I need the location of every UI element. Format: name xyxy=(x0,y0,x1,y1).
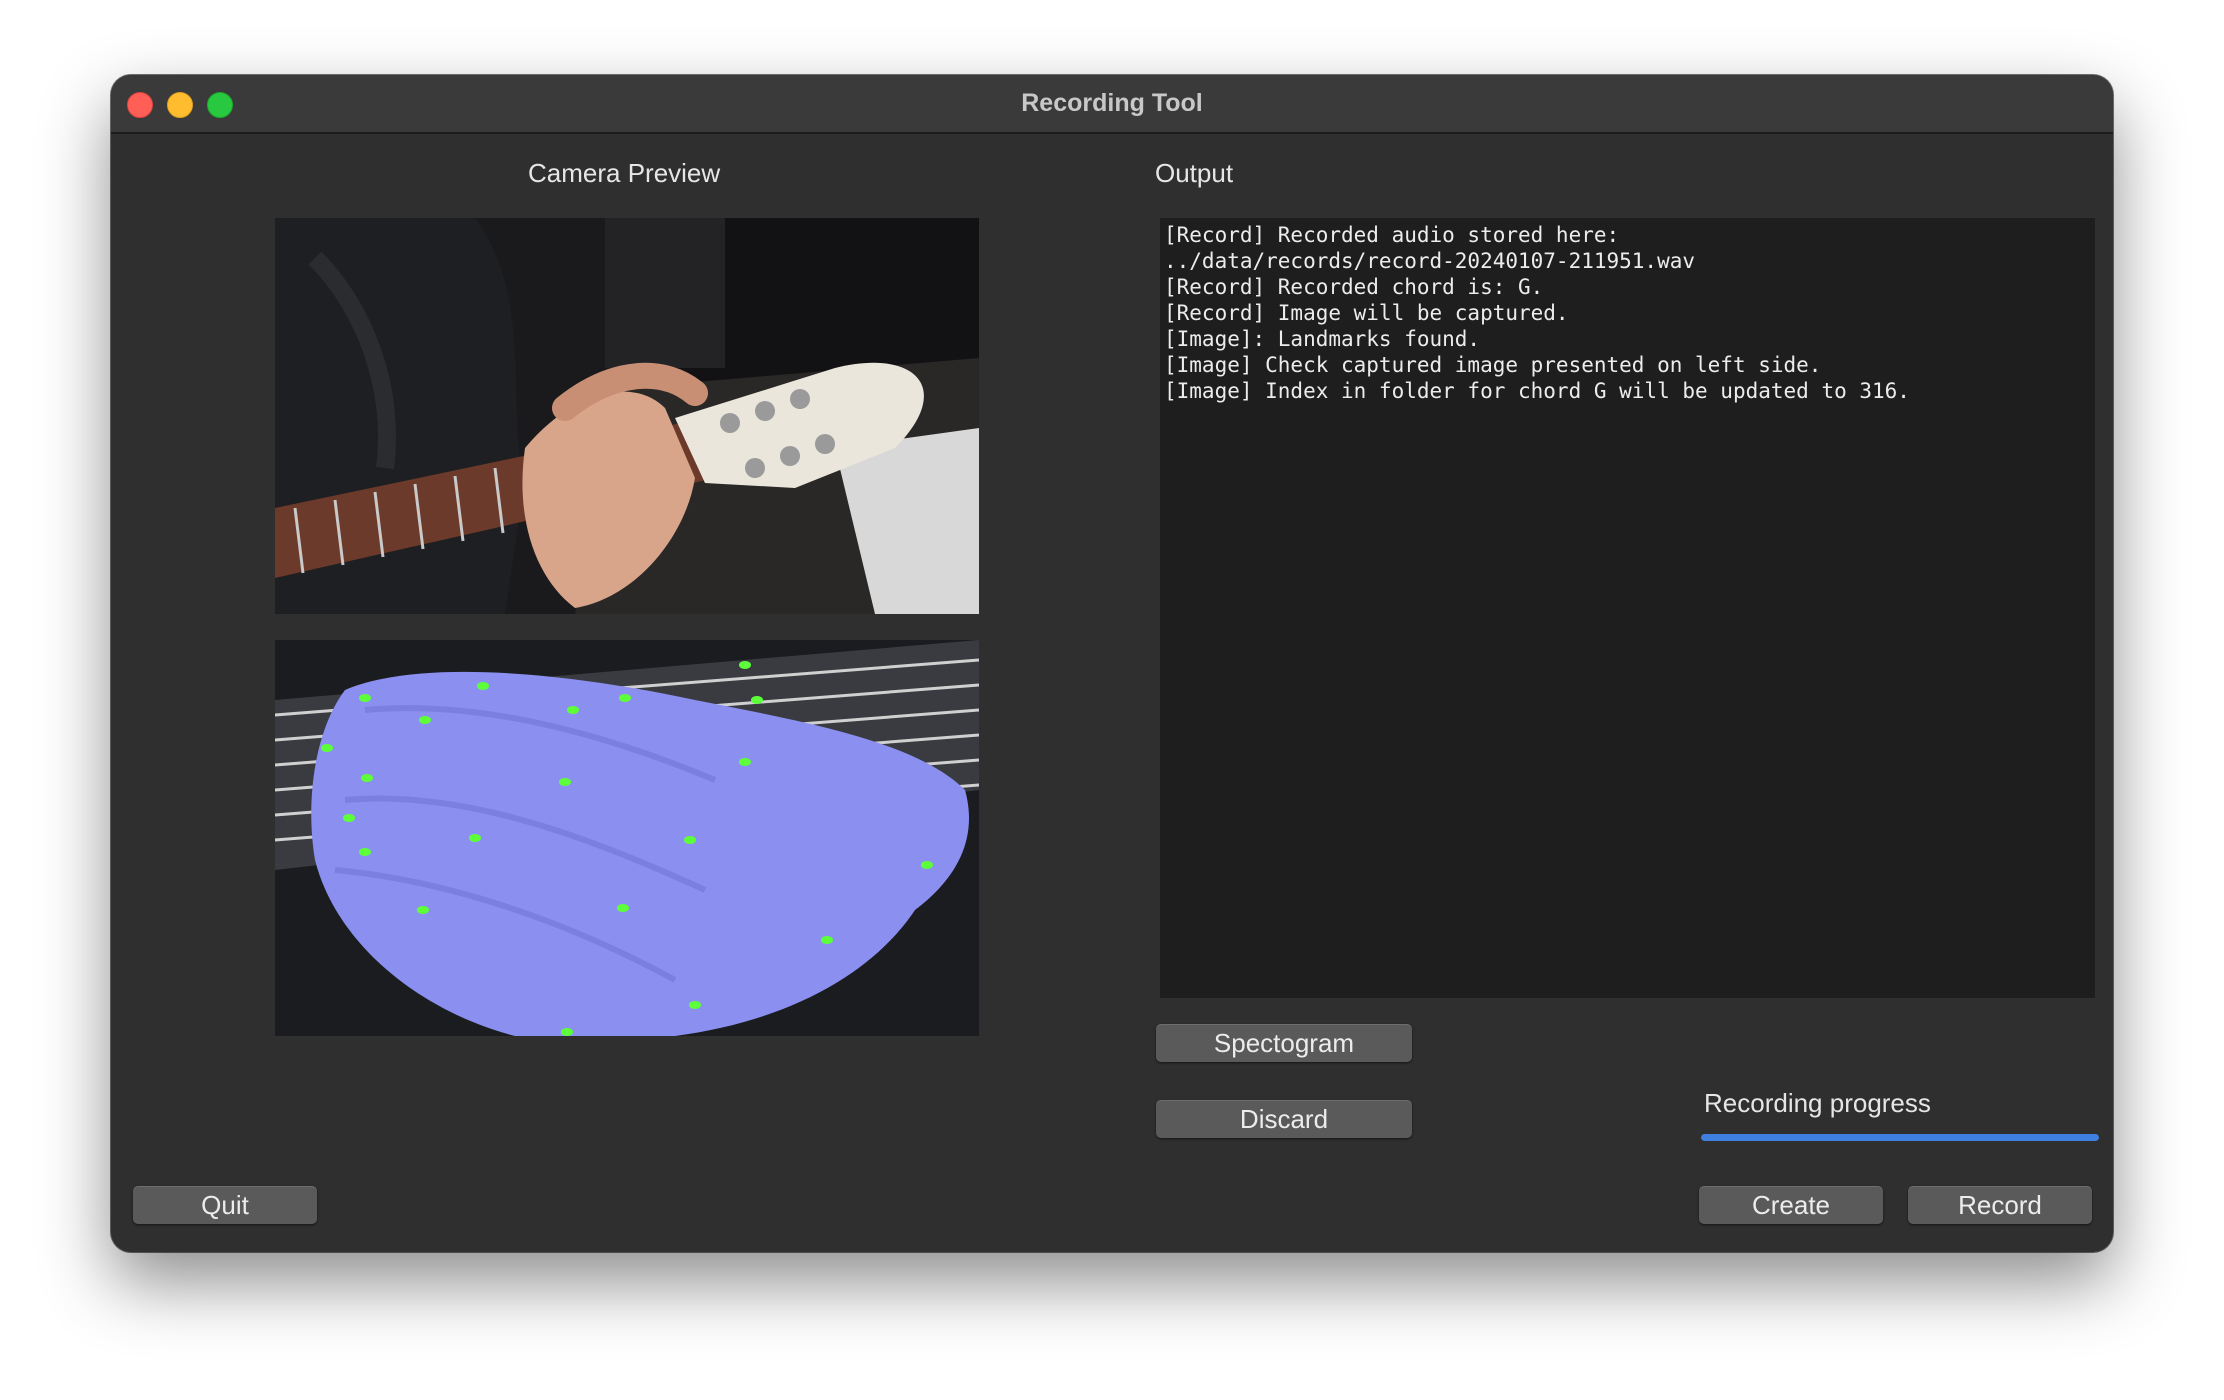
landmark-overlay-frame xyxy=(275,640,979,1036)
log-line: ../data/records/record-20240107-211951.w… xyxy=(1164,249,1696,273)
log-line: [Image] Check captured image presented o… xyxy=(1164,353,1822,377)
camera-preview-label: Camera Preview xyxy=(528,158,721,188)
recording-progress-bar xyxy=(1701,1134,2099,1141)
output-label: Output xyxy=(1155,158,1234,188)
window-title: Recording Tool xyxy=(1021,89,1203,117)
log-line: [Record] Recorded chord is: G. xyxy=(1164,275,1544,299)
recording-tool-window: Recording Tool Camera Preview Output [Re… xyxy=(111,75,2113,1252)
log-line: [Image] Index in folder for chord G will… xyxy=(1164,379,1910,403)
log-line: [Record] Recorded audio stored here: xyxy=(1164,223,1620,247)
log-line: [Record] Image will be captured. xyxy=(1164,301,1569,325)
log-line: [Image]: Landmarks found. xyxy=(1164,327,1481,351)
quit-button[interactable]: Quit xyxy=(133,1186,317,1224)
camera-live-frame xyxy=(275,218,979,614)
recording-progress-label: Recording progress xyxy=(1704,1088,1931,1118)
record-button[interactable]: Record xyxy=(1908,1186,2092,1224)
title-bar: Recording Tool xyxy=(111,75,2113,134)
recording-progress-fill xyxy=(1701,1134,2099,1141)
spectogram-button[interactable]: Spectogram xyxy=(1156,1024,1412,1062)
create-button[interactable]: Create xyxy=(1699,1186,1883,1224)
discard-button[interactable]: Discard xyxy=(1156,1100,1412,1138)
output-log[interactable]: [Record] Recorded audio stored here: ../d… xyxy=(1160,218,2095,998)
